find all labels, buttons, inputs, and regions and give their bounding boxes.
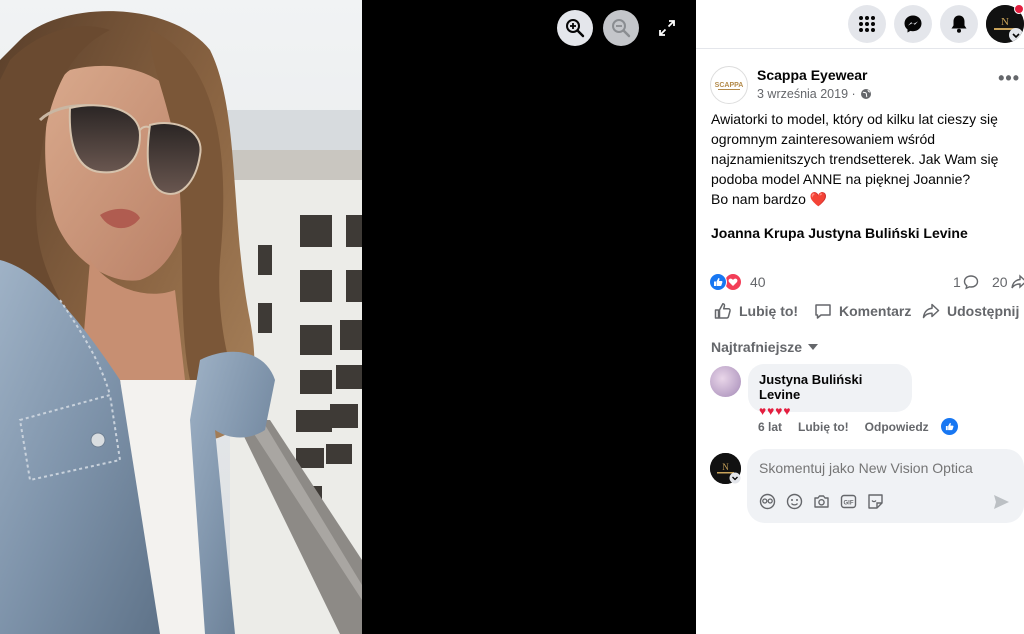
- page-avatar[interactable]: SCAPPA: [710, 66, 748, 104]
- post-photo: [0, 0, 362, 634]
- post-text-line: ogromnym zainteresowaniem wśród: [711, 131, 936, 147]
- post-date[interactable]: 3 września 2019 ·: [757, 87, 872, 101]
- post-text-line: podoba model ANNE na pięknej Joannie?: [711, 171, 971, 187]
- sticker-icon: [759, 493, 776, 510]
- composer-avatar[interactable]: N: [710, 453, 741, 484]
- post-text: Awiatorki to model, który od kilku lat c…: [711, 109, 1021, 209]
- comment-text: ♥♥♥♥: [759, 404, 792, 418]
- svg-text:SCAPPA: SCAPPA: [715, 82, 744, 89]
- brand-logo-icon: N: [710, 453, 741, 484]
- svg-text:N: N: [722, 462, 729, 472]
- tagged-people[interactable]: Joanna Krupa Justyna Buliński Levine: [711, 225, 968, 241]
- fullscreen-button[interactable]: [656, 17, 678, 39]
- share-arrow-icon: [1010, 274, 1024, 289]
- photo-button[interactable]: [813, 493, 830, 510]
- messenger-button[interactable]: [894, 5, 932, 43]
- post-text-line-text: Bo nam bardzo: [711, 191, 806, 207]
- comment-icon: [815, 304, 831, 319]
- comment-button[interactable]: Komentarz: [814, 302, 911, 320]
- post-panel: N SCAPPA Scappa Eyewear 3 września 2019 …: [696, 0, 1024, 634]
- comment-meta: 6 lat Lubię to! Odpowiedz: [758, 418, 958, 435]
- zoom-out-icon: [612, 19, 631, 38]
- notifications-button[interactable]: [940, 5, 978, 43]
- heart-emoji: ❤️: [809, 191, 828, 207]
- bell-icon: [951, 15, 967, 33]
- commenter-avatar[interactable]: [710, 366, 741, 397]
- reactions-summary: 40 1 20: [709, 272, 1024, 294]
- comment-input-box[interactable]: GIF: [747, 449, 1024, 523]
- send-icon: [994, 495, 1009, 509]
- expand-icon: [659, 20, 675, 36]
- reactions-count[interactable]: 40: [750, 274, 766, 290]
- avatar-sticker-icon: [868, 494, 883, 509]
- messenger-icon: [904, 15, 922, 33]
- like-reaction-icon: [709, 273, 727, 291]
- comment-sort-dropdown[interactable]: Najtrafniejsze: [711, 339, 819, 355]
- emoji-icon: [786, 493, 803, 510]
- zoom-in-icon: [566, 19, 585, 38]
- comment-reply-link[interactable]: Odpowiedz: [865, 420, 929, 434]
- top-bar: N: [696, 0, 1024, 49]
- scappa-logo-icon: SCAPPA: [715, 82, 744, 90]
- like-button[interactable]: Lubię to!: [714, 302, 798, 320]
- comment-time[interactable]: 6 lat: [758, 420, 782, 434]
- reaction-icons[interactable]: [709, 273, 742, 291]
- caret-down-icon: [808, 344, 819, 350]
- photo-illustration: [0, 0, 362, 634]
- emoji-button[interactable]: [786, 493, 803, 510]
- page-name[interactable]: Scappa Eyewear: [757, 67, 868, 83]
- comments-count-value[interactable]: 1: [953, 274, 961, 290]
- notification-badge: [1014, 4, 1024, 14]
- share-button[interactable]: Udostępnij: [922, 302, 1019, 320]
- like-button-label[interactable]: Lubię to!: [739, 303, 798, 319]
- comment-like-reaction-icon: [940, 418, 958, 435]
- share-button-label[interactable]: Udostępnij: [947, 303, 1019, 319]
- share-icon: [922, 303, 940, 319]
- photo-viewer: [0, 0, 696, 634]
- post-text-line: Awiatorki to model, który od kilku lat c…: [711, 111, 998, 127]
- gif-icon: GIF: [840, 494, 857, 509]
- post-actions: Lubię to! Komentarz Udostępnij: [714, 302, 1024, 326]
- post-date-text[interactable]: 3 września 2019 ·: [757, 87, 856, 101]
- composer-tools: GIF: [759, 493, 884, 510]
- grid-menu-icon: [859, 16, 875, 32]
- send-button[interactable]: [993, 494, 1010, 515]
- sort-label[interactable]: Najtrafniejsze: [711, 339, 802, 355]
- comment-bubble: Justyna Buliński Levine ♥♥♥♥: [748, 364, 912, 418]
- post-text-line: najznamienitszych trendsetterek. Jak Wam…: [711, 151, 999, 167]
- svg-text:N: N: [1001, 16, 1009, 28]
- svg-text:GIF: GIF: [844, 501, 854, 507]
- comment-author[interactable]: Justyna Buliński Levine: [759, 372, 901, 402]
- sticker-button[interactable]: [759, 493, 776, 510]
- more-options-button[interactable]: •••: [998, 68, 1020, 89]
- post-header: SCAPPA Scappa Eyewear 3 września 2019 · …: [710, 64, 1020, 104]
- gif-button[interactable]: GIF: [840, 493, 857, 510]
- thumbs-up-icon: [714, 303, 731, 319]
- comments-count[interactable]: 1: [953, 274, 979, 290]
- shares-count-value[interactable]: 20: [992, 274, 1008, 290]
- zoom-out-button[interactable]: [603, 10, 639, 46]
- post-text-line: Bo nam bardzo ❤️: [711, 189, 1021, 209]
- camera-icon: [814, 495, 829, 508]
- comment-bubble-icon: [963, 275, 978, 290]
- globe-icon: [860, 89, 871, 99]
- comment-like-link[interactable]: Lubię to!: [798, 420, 849, 434]
- zoom-in-button[interactable]: [557, 10, 593, 46]
- comment-button-label[interactable]: Komentarz: [839, 303, 911, 319]
- comment-input[interactable]: [759, 460, 1009, 476]
- menu-button[interactable]: [848, 5, 886, 43]
- shares-count[interactable]: 20: [992, 274, 1024, 290]
- avatar-sticker-button[interactable]: [867, 493, 884, 510]
